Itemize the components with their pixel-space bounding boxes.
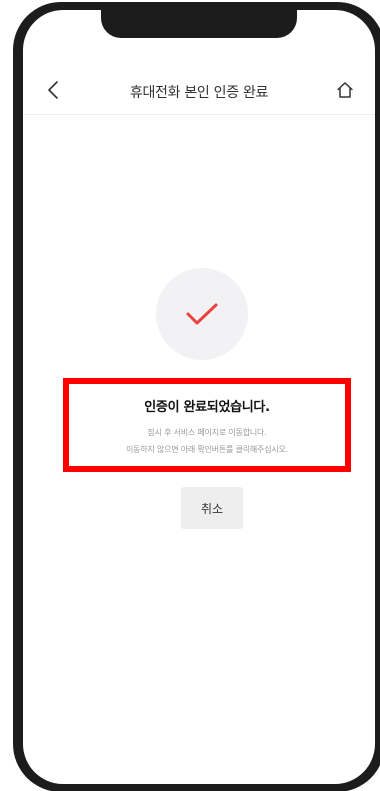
- message-click-instruction: 이동하지 않으면 아래 확인버튼를 클릭해주십시오.: [125, 445, 289, 454]
- phone-notch: [101, 10, 297, 38]
- home-button[interactable]: [331, 76, 359, 104]
- home-icon: [337, 82, 353, 98]
- phone-frame: 휴대전화 본인 인증 완료 인증이 완료되었습니다. 잠시 후 서비스 페이지로…: [13, 2, 380, 791]
- app-header: 휴대전화 본인 인증 완료: [23, 68, 375, 115]
- page-title: 휴대전화 본인 인증 완료: [129, 85, 269, 101]
- back-button[interactable]: [39, 76, 67, 104]
- message-redirect-notice: 잠시 후 서비스 페이지로 이동합니다.: [147, 428, 267, 437]
- chevron-left-icon: [48, 81, 58, 99]
- checkmark-icon: [186, 303, 218, 325]
- phone-screen: 휴대전화 본인 인증 완료 인증이 완료되었습니다. 잠시 후 서비스 페이지로…: [23, 10, 375, 784]
- message-title: 인증이 완료되었습니다.: [144, 400, 270, 415]
- success-status-circle: [156, 268, 248, 360]
- cancel-button[interactable]: 취소: [181, 487, 243, 529]
- stage: 휴대전화 본인 인증 완료 인증이 완료되었습니다. 잠시 후 서비스 페이지로…: [0, 0, 380, 791]
- completion-message-box: 인증이 완료되었습니다. 잠시 후 서비스 페이지로 이동합니다. 이동하지 않…: [63, 378, 351, 472]
